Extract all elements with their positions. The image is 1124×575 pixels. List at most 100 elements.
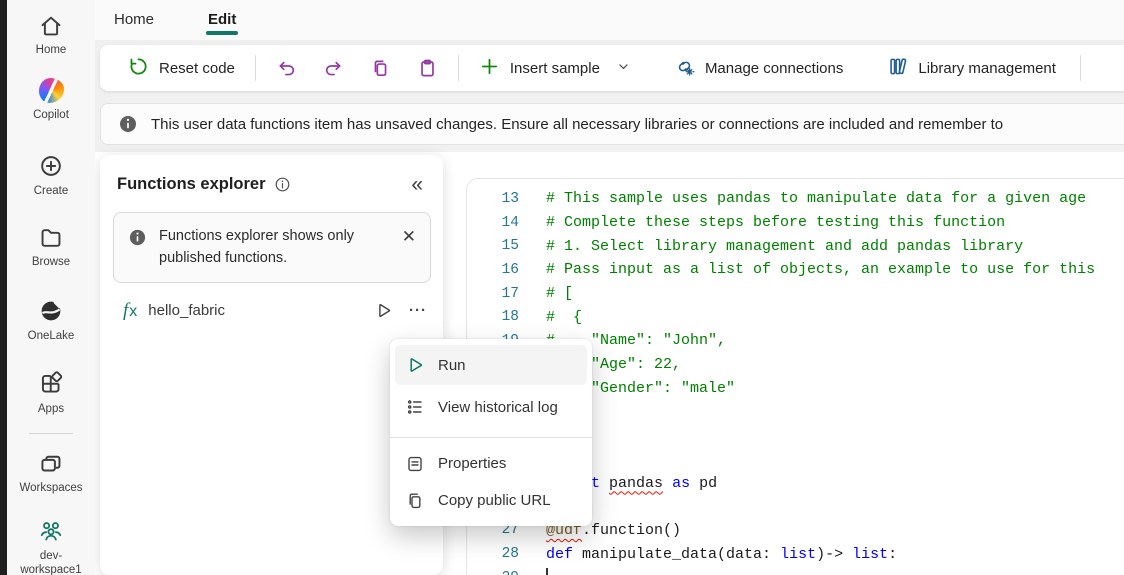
insert-sample-label: Insert sample — [510, 60, 600, 77]
paste-button[interactable] — [417, 58, 438, 79]
rail-divider — [29, 433, 73, 434]
menu-item-label: Copy public URL — [438, 492, 551, 509]
code-line[interactable]: 16# Pass input as a list of objects, an … — [467, 258, 1124, 282]
manage-connections-label: Manage connections — [705, 60, 843, 77]
manage-connections-button[interactable]: Manage connections — [674, 56, 843, 81]
copilot-icon — [38, 77, 65, 104]
text-cursor — [546, 568, 548, 575]
reset-code-label: Reset code — [159, 60, 235, 77]
code-line[interactable]: 17 # [ — [467, 282, 1124, 306]
published-functions-note: Functions explorer shows only published … — [113, 212, 431, 283]
onelake-icon — [38, 298, 65, 325]
left-nav-rail: Home Copilot Create Browse OneLake — [7, 0, 95, 575]
ribbon-tab-strip: Home Edit — [95, 0, 1124, 40]
code-line[interactable]: 28 def manipulate_data(data: list)-> list… — [467, 542, 1124, 566]
sidebar-item-home[interactable]: Home — [9, 12, 93, 57]
info-icon[interactable] — [274, 176, 291, 193]
sidebar-item-workspaces[interactable]: Workspaces — [9, 450, 93, 495]
code-line[interactable]: 14 # Complete these steps before testing … — [467, 211, 1124, 235]
reset-icon — [128, 56, 149, 81]
run-icon — [405, 355, 425, 375]
app-window: Home Copilot Create Browse OneLake — [0, 0, 1124, 575]
function-row[interactable]: fx hello_fabric ··· — [100, 300, 443, 322]
sidebar-item-browse[interactable]: Browse — [9, 224, 93, 269]
code-text: def manipulate_data(data: list)-> list: — [546, 546, 897, 563]
sidebar-item-label: OneLake — [28, 329, 75, 343]
plus-icon — [479, 56, 500, 81]
sidebar-item-create[interactable]: Create — [9, 153, 93, 198]
menu-item-copy-public-url[interactable]: Copy public URL — [395, 482, 587, 519]
sidebar-item-label: Home — [36, 43, 67, 57]
apps-icon — [38, 371, 65, 398]
function-name: hello_fabric — [148, 302, 225, 319]
menu-divider — [390, 437, 592, 438]
code-text: # This sample uses pandas to manipulate … — [546, 190, 1086, 207]
sidebar-item-label: Copilot — [33, 108, 69, 122]
close-icon[interactable]: ✕ — [398, 225, 420, 249]
copy-button[interactable] — [370, 58, 391, 79]
home-icon — [38, 12, 65, 39]
undo-button[interactable] — [276, 58, 297, 79]
banner-message: This user data functions item has unsave… — [151, 116, 1003, 133]
chevron-down-icon — [617, 60, 630, 77]
note-text: Functions explorer shows only published … — [159, 225, 371, 270]
menu-item-label: Run — [438, 357, 466, 374]
paste-icon — [417, 58, 438, 79]
line-number: 29 — [467, 570, 519, 575]
sidebar-item-onelake[interactable]: OneLake — [9, 298, 93, 343]
line-number: 28 — [467, 546, 519, 562]
redo-icon — [323, 58, 344, 79]
copy-icon — [405, 491, 425, 511]
copy-icon — [370, 58, 391, 79]
info-icon — [118, 114, 138, 134]
code-line[interactable]: 13 # This sample uses pandas to manipulat… — [467, 187, 1124, 211]
code-line[interactable]: 29 — [467, 566, 1124, 575]
redo-button[interactable] — [323, 58, 344, 79]
toolbar-divider — [255, 55, 256, 81]
undo-icon — [276, 58, 297, 79]
function-context-menu: Run View historical log Properties Copy … — [390, 339, 592, 526]
line-number: 13 — [467, 191, 519, 207]
history-log-icon — [405, 397, 425, 417]
browse-folder-icon — [38, 224, 65, 251]
sidebar-item-copilot[interactable]: Copilot — [9, 77, 93, 122]
code-text — [546, 568, 548, 575]
menu-item-properties[interactable]: Properties — [395, 445, 587, 482]
code-text: # Complete these steps before testing th… — [546, 214, 1005, 231]
menu-item-run[interactable]: Run — [395, 345, 587, 385]
more-options-icon[interactable]: ··· — [409, 302, 427, 319]
tab-edit[interactable]: Edit — [204, 3, 240, 38]
sidebar-item-label: Create — [34, 184, 69, 198]
code-text: # Pass input as a list of objects, an ex… — [546, 261, 1095, 278]
sidebar-item-label: Apps — [38, 402, 64, 416]
code-line[interactable]: 15# 1. Select library management and add… — [467, 234, 1124, 258]
properties-icon — [405, 454, 425, 474]
library-books-icon — [887, 56, 908, 81]
reset-code-button[interactable]: Reset code — [128, 56, 235, 81]
toolbar-divider — [458, 55, 459, 81]
toolbar-divider — [1080, 55, 1081, 81]
code-line[interactable]: 18 # { — [467, 305, 1124, 329]
insert-sample-button[interactable]: Insert sample — [479, 56, 630, 81]
unsaved-changes-banner: This user data functions item has unsave… — [100, 103, 1124, 145]
code-text: # { — [546, 309, 582, 326]
edit-toolbar: Reset code Insert sample — [100, 45, 1124, 91]
menu-item-label: View historical log — [438, 399, 558, 416]
library-management-label: Library management — [918, 60, 1056, 77]
menu-item-view-historical-log[interactable]: View historical log — [395, 385, 587, 429]
connections-icon — [674, 56, 695, 81]
collapse-panel-icon[interactable]: « — [407, 172, 427, 197]
line-number: 18 — [467, 309, 519, 325]
run-function-icon[interactable] — [374, 301, 393, 320]
line-number: 14 — [467, 215, 519, 231]
tab-home[interactable]: Home — [110, 3, 158, 38]
line-number: 17 — [467, 286, 519, 302]
code-text: # [ — [546, 285, 573, 302]
code-text: # 1. Select library management and add p… — [546, 238, 1023, 255]
sidebar-item-dev-workspace1[interactable]: dev-workspace1 — [9, 518, 93, 575]
workspaces-icon — [38, 450, 65, 477]
window-edge — [0, 0, 7, 575]
sidebar-item-apps[interactable]: Apps — [9, 371, 93, 416]
library-management-button[interactable]: Library management — [887, 56, 1056, 81]
workspace-people-icon — [38, 518, 65, 545]
